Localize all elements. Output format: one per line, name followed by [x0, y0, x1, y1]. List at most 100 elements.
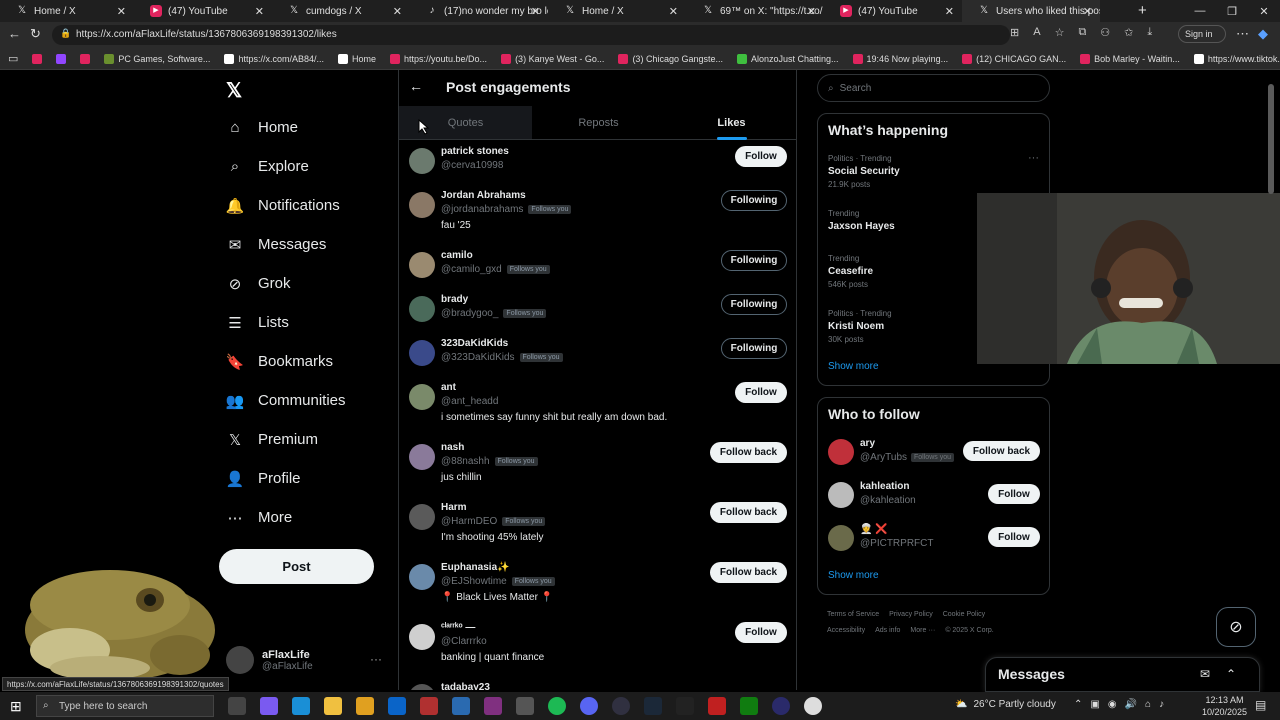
tab-close-icon[interactable]: ✕ [393, 5, 402, 18]
refresh-icon[interactable]: ↻ [30, 26, 41, 42]
following-button[interactable]: Following [721, 294, 787, 315]
avatar[interactable] [409, 148, 435, 174]
nav-item-grok[interactable]: ⊘ Grok [226, 264, 346, 303]
bookmark-item[interactable] [80, 53, 91, 64]
follow-back-button[interactable]: Follow back [710, 442, 787, 463]
steam-taskbar-icon[interactable] [644, 697, 662, 715]
follow-button[interactable]: Follow [735, 622, 787, 643]
bookmark-item[interactable]: (3) Chicago Gangste... [618, 53, 723, 64]
bookmark-item[interactable]: PC Games, Software... [104, 53, 210, 64]
app-taskbar-icon-5[interactable] [612, 697, 630, 715]
nav-item-communities[interactable]: 👥 Communities [226, 381, 346, 420]
account-more-icon[interactable]: ··· [370, 652, 382, 666]
nav-item-more[interactable]: ⋯ More [226, 498, 346, 537]
new-message-icon[interactable]: ✉ [1200, 667, 1210, 681]
trends-show-more-link[interactable]: Show more [828, 361, 879, 372]
follow-button[interactable]: Follow [988, 527, 1040, 547]
list-item[interactable]: ant @ant_headd i sometimes say funny shit … [399, 380, 796, 436]
browser-tab[interactable]: ▶ (47) YouTube ✕ [134, 0, 272, 22]
list-item[interactable]: Jordan Abrahams @jordanabrahams Follows yo… [399, 188, 796, 244]
new-tab-button[interactable]: + [1138, 2, 1147, 19]
avatar[interactable] [409, 684, 435, 690]
app-taskbar-icon-9[interactable] [804, 697, 822, 715]
tab-close-icon[interactable]: ✕ [531, 5, 540, 18]
who-to-follow-show-more-link[interactable]: Show more [828, 570, 879, 581]
footer-link[interactable]: Terms of Service [827, 611, 879, 618]
bookmark-item[interactable]: https://www.tiktok.c... [1193, 53, 1280, 64]
nav-item-explore[interactable]: ⌕ Explore [226, 147, 346, 186]
app-taskbar-icon[interactable] [420, 697, 438, 715]
grok-fab-button[interactable]: ⊘ [1216, 607, 1256, 647]
bookmark-item[interactable]: Home [337, 53, 376, 64]
nav-item-bookmarks[interactable]: 🔖 Bookmarks [226, 342, 346, 381]
extensions-icon[interactable]: ⧉ [1078, 26, 1086, 39]
nav-item-notifications[interactable]: 🔔 Notifications [226, 186, 346, 225]
avatar[interactable] [409, 624, 435, 650]
favorites-icon[interactable]: ✩ [1124, 26, 1133, 39]
suggested-user[interactable]: ary @AryTubs Follows you Follow back [828, 438, 1040, 468]
settings-menu-icon[interactable]: ⋯ [1236, 26, 1249, 42]
volume-icon[interactable]: 🔊 [1125, 699, 1137, 710]
network-icon[interactable]: ⌂ [1145, 699, 1151, 710]
user-name[interactable]: camilo [441, 250, 473, 261]
weather-widget[interactable]: ⛅ 26°C Partly cloudy [955, 699, 1056, 710]
minimize-button[interactable]: — [1184, 0, 1216, 22]
suggested-user[interactable]: kahleation @kahleation Follow [828, 481, 1040, 511]
messages-dock[interactable]: Messages ✉ ⌃ [985, 657, 1260, 692]
bookmarks-app-icon[interactable]: ▭ [8, 52, 18, 65]
back-arrow-icon[interactable]: ← [409, 78, 423, 94]
notification-center-icon[interactable]: ▤ [1255, 698, 1266, 712]
bookmark-item[interactable]: Bob Marley - Waitin... [1080, 53, 1180, 64]
tray-overflow-icon[interactable]: ⌃ [1074, 699, 1082, 710]
app-taskbar-icon-3[interactable] [484, 697, 502, 715]
trend-item[interactable]: Politics · Trending Kristi Noem 30K posts [828, 309, 892, 344]
copilot-taskbar-icon[interactable] [260, 697, 278, 715]
trend-item[interactable]: Trending Ceasefire 546K posts [828, 254, 873, 289]
task-view-icon[interactable] [228, 697, 246, 715]
tab-close-icon[interactable]: ✕ [1083, 5, 1092, 18]
user-name[interactable]: 323DaKidKids [441, 338, 508, 349]
spotify-taskbar-icon[interactable] [548, 697, 566, 715]
user-name[interactable]: nash [441, 442, 464, 453]
user-name[interactable]: brady [441, 294, 468, 305]
list-item[interactable]: Euphanasia✨ @EJShowtime Follows you 📍 Black… [399, 560, 796, 616]
app-taskbar-icon-8[interactable] [772, 697, 790, 715]
page-scrollbar[interactable] [1268, 84, 1274, 194]
avatar[interactable] [409, 504, 435, 530]
following-button[interactable]: Following [721, 190, 787, 211]
maximize-button[interactable]: ❐ [1216, 0, 1248, 22]
follow-back-button[interactable]: Follow back [963, 441, 1040, 461]
browser-tab[interactable]: 𝕏 Home / X ✕ [0, 0, 134, 22]
post-button[interactable]: Post [219, 549, 374, 584]
close-window-button[interactable]: ✕ [1248, 0, 1280, 22]
tab-close-icon[interactable]: ✕ [669, 5, 678, 18]
footer-link[interactable]: Accessibility [827, 627, 865, 634]
footer-link[interactable]: © 2025 X Corp. [945, 627, 993, 634]
account-switcher[interactable]: aFlaxLife @aFlaxLife ··· [226, 646, 382, 674]
tray-app-icon-2[interactable]: ◉ [1108, 699, 1117, 710]
nav-item-home[interactable]: ⌂ Home [226, 108, 346, 147]
list-item[interactable]: nash @88nashh Follows you jus chillin Follow… [399, 440, 796, 496]
browser-tab[interactable]: ♪(17)no wonder my bro look✕ [410, 0, 549, 22]
browser-tab[interactable]: 𝕏cumdogs / X ✕ [272, 0, 410, 22]
tab-close-icon[interactable]: ✕ [117, 5, 126, 18]
bookmark-item[interactable]: 19:46 Now playing... [852, 53, 948, 64]
nav-item-lists[interactable]: ☰ Lists [226, 303, 346, 342]
browser-tab[interactable]: 𝕏 Home / X ✕ [548, 0, 686, 22]
site-info-icon[interactable]: 🔒 [60, 28, 71, 39]
taskbar-search-input[interactable]: ⌕ Type here to search [36, 695, 214, 717]
follow-button[interactable]: Follow [988, 484, 1040, 504]
user-name[interactable]: patrick stones [441, 146, 509, 157]
footer-link[interactable]: Privacy Policy [889, 611, 933, 618]
user-name[interactable]: tadabay23 [441, 682, 490, 690]
trend-item[interactable]: Trending Jaxson Hayes [828, 209, 895, 232]
xbox-taskbar-icon[interactable] [740, 697, 758, 715]
outlook-taskbar-icon[interactable] [388, 697, 406, 715]
discord-taskbar-icon[interactable] [580, 697, 598, 715]
app-install-icon[interactable]: ⊞ [1010, 26, 1019, 39]
user-name[interactable]: ant [441, 382, 456, 393]
suggested-user[interactable]: 👳 ❌ @PICTRPRFCT Follow [828, 524, 1040, 554]
back-icon[interactable]: ← [8, 26, 21, 41]
avatar[interactable] [409, 564, 435, 590]
app-taskbar-icon-6[interactable] [676, 697, 694, 715]
